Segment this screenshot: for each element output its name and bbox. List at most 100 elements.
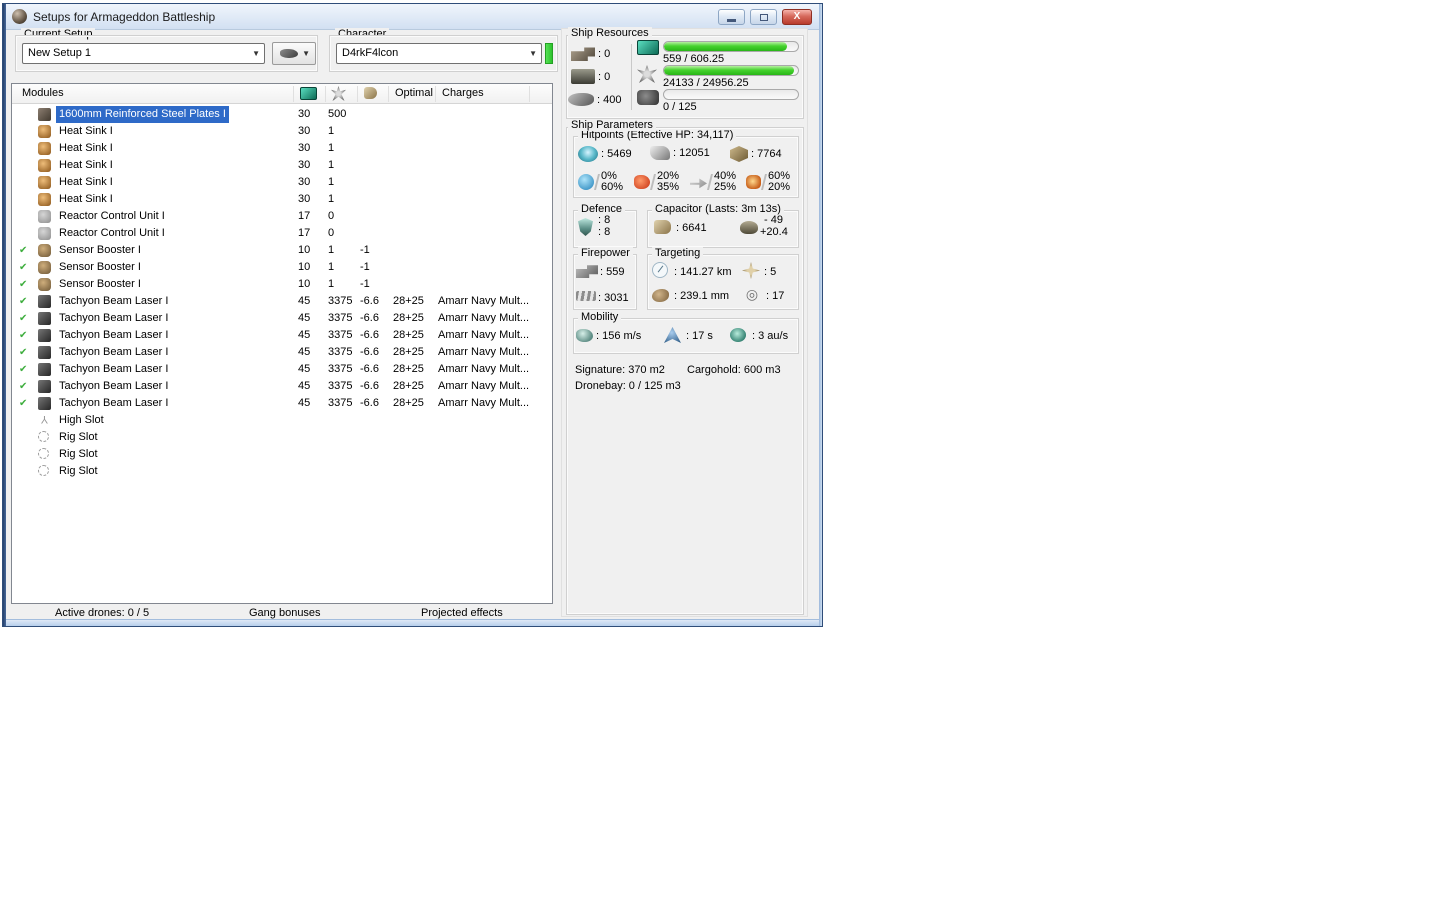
module-row[interactable]: ✔ Tachyon Beam Laser I 45 3375 -6.6 28+25 Amar…	[12, 361, 552, 378]
current-setup-combobox[interactable]: New Setup 1 ▼	[22, 43, 265, 64]
module-row[interactable]: Rig Slot	[12, 429, 552, 446]
module-name: Tachyon Beam Laser I	[59, 346, 169, 358]
module-name: Heat Sink I	[59, 159, 113, 171]
armor-icon	[650, 146, 670, 160]
module-name: Reactor Control Unit I	[59, 227, 165, 239]
defence-value-2: : 8	[598, 226, 611, 238]
module-cpu-value: 45	[298, 380, 311, 392]
firepower-group: Firepower : 559 : 3031	[573, 247, 637, 310]
maximize-icon	[760, 14, 768, 21]
module-row[interactable]: Y High Slot	[12, 412, 552, 429]
module-row[interactable]: Heat Sink I 30 1	[12, 191, 552, 208]
module-pg-value: 3375	[328, 312, 353, 324]
maximize-button[interactable]	[750, 9, 777, 25]
gang-bonuses-label[interactable]: Gang bonuses	[249, 607, 321, 619]
volley-icon	[576, 291, 596, 301]
module-pg-value: 3375	[328, 380, 353, 392]
targeting-range-value: : 141.27 km	[674, 266, 732, 278]
module-row[interactable]: ✔ Tachyon Beam Laser I 45 3375 -6.6 28+25 Amar…	[12, 344, 552, 361]
module-cap-value: -6.6	[360, 363, 379, 375]
module-row[interactable]: Heat Sink I 30 1	[12, 123, 552, 140]
heat-sink-icon	[38, 193, 51, 206]
module-row[interactable]: Heat Sink I 30 1	[12, 157, 552, 174]
module-row[interactable]: ✔ Tachyon Beam Laser I 45 3375 -6.6 28+25 Amar…	[12, 327, 552, 344]
module-row[interactable]: Heat Sink I 30 1	[12, 140, 552, 157]
setups-window: Setups for Armageddon Battleship X Curre…	[2, 3, 823, 627]
window-frame-right	[819, 4, 822, 626]
module-pg-value: 1	[328, 159, 335, 171]
max-targets-icon	[742, 262, 760, 279]
module-name: Tachyon Beam Laser I	[59, 295, 169, 307]
module-row[interactable]: ✔ Sensor Booster I 10 1 -1	[12, 259, 552, 276]
close-button[interactable]: X	[782, 9, 812, 25]
active-checkmark-icon: ✔	[19, 296, 28, 307]
tachyon-laser-icon	[38, 346, 51, 359]
character-combobox[interactable]: D4rkF4lcon ▼	[336, 43, 542, 64]
module-cpu-value: 30	[298, 159, 311, 171]
module-pg-value: 3375	[328, 329, 353, 341]
module-row[interactable]: ✔ Sensor Booster I 10 1 -1	[12, 276, 552, 293]
module-row[interactable]: ✔ Tachyon Beam Laser I 45 3375 -6.6 28+25 Amar…	[12, 395, 552, 412]
module-cpu-value: 17	[298, 210, 311, 222]
minimize-icon	[727, 19, 736, 22]
heat-sink-icon	[38, 142, 51, 155]
launcher-hardpoints-value: : 0	[598, 70, 611, 83]
chevron-down-icon: ▼	[529, 49, 537, 58]
current-setup-group: New Setup 1 ▼ ▼	[15, 35, 318, 72]
module-optimal-value: 28+25	[393, 363, 424, 375]
module-row[interactable]: ✔ Tachyon Beam Laser I 45 3375 -6.6 28+25 Amar…	[12, 378, 552, 395]
module-name: Sensor Booster I	[59, 278, 141, 290]
projected-effects-label[interactable]: Projected effects	[421, 607, 503, 619]
module-row[interactable]: Heat Sink I 30 1	[12, 174, 552, 191]
structure-icon	[730, 146, 748, 162]
turret-hardpoints-icon	[571, 47, 595, 61]
module-pg-value: 3375	[328, 295, 353, 307]
active-checkmark-icon: ✔	[19, 347, 28, 358]
module-name: Heat Sink I	[59, 176, 113, 188]
mobility-label: Mobility	[578, 311, 622, 323]
module-name: Sensor Booster I	[59, 244, 141, 256]
cargohold-value: Cargohold: 600 m3	[687, 364, 781, 376]
module-row[interactable]: ✔ Tachyon Beam Laser I 45 3375 -6.6 28+25 Amar…	[12, 310, 552, 327]
module-row[interactable]: Reactor Control Unit I 17 0	[12, 208, 552, 225]
module-row[interactable]: Rig Slot	[12, 463, 552, 480]
module-row[interactable]: ✔ Tachyon Beam Laser I 45 3375 -6.6 28+25 Amar…	[12, 293, 552, 310]
module-row[interactable]: ✔ Sensor Booster I 10 1 -1	[12, 242, 552, 259]
targeting-label: Targeting	[652, 247, 704, 259]
module-row[interactable]: 1600mm Reinforced Steel Plates I 30 500	[12, 106, 552, 123]
module-cap-value: -6.6	[360, 329, 379, 341]
shield-icon	[578, 146, 598, 162]
module-cap-value: -1	[360, 244, 370, 256]
optimal-column-header: Optimal	[395, 87, 433, 99]
module-row[interactable]: Rig Slot	[12, 446, 552, 463]
module-charges-value: Amarr Navy Mult...	[438, 295, 530, 307]
module-pg-value: 1	[328, 193, 335, 205]
launcher-hardpoints-icon	[571, 69, 595, 84]
hitpoints-group: Hitpoints (Effective HP: 34,117) : 5469 …	[573, 129, 799, 198]
dronebay-value: Dronebay: 0 / 125 m3	[575, 380, 681, 392]
module-pg-value: 500	[328, 108, 347, 120]
module-cpu-value: 17	[298, 227, 311, 239]
module-pg-value: 0	[328, 210, 335, 222]
module-pg-value: 1	[328, 142, 335, 154]
module-row[interactable]: Reactor Control Unit I 17 0	[12, 225, 552, 242]
scan-resolution-icon: ◎	[745, 286, 759, 302]
tachyon-laser-icon	[38, 329, 51, 342]
module-charges-value: Amarr Navy Mult...	[438, 397, 530, 409]
minimize-button[interactable]	[718, 9, 745, 25]
dronebay-icon	[637, 90, 659, 105]
modules-listbox[interactable]: Modules Optimal Charges 1600mm Reinforce…	[11, 83, 553, 604]
module-cap-value: -6.6	[360, 380, 379, 392]
module-cpu-value: 30	[298, 193, 311, 205]
module-cap-value: -1	[360, 278, 370, 290]
active-checkmark-icon: ✔	[19, 398, 28, 409]
tachyon-laser-icon	[38, 312, 51, 325]
ship-browser-button[interactable]: ▼	[272, 42, 316, 65]
module-optimal-value: 28+25	[393, 312, 424, 324]
title-bar[interactable]: Setups for Armageddon Battleship X	[3, 4, 822, 30]
module-name: Tachyon Beam Laser I	[59, 329, 169, 341]
module-cpu-value: 45	[298, 363, 311, 375]
module-name: Tachyon Beam Laser I	[59, 363, 169, 375]
warp-speed-value: : 3 au/s	[752, 330, 789, 342]
module-charges-value: Amarr Navy Mult...	[438, 312, 530, 324]
